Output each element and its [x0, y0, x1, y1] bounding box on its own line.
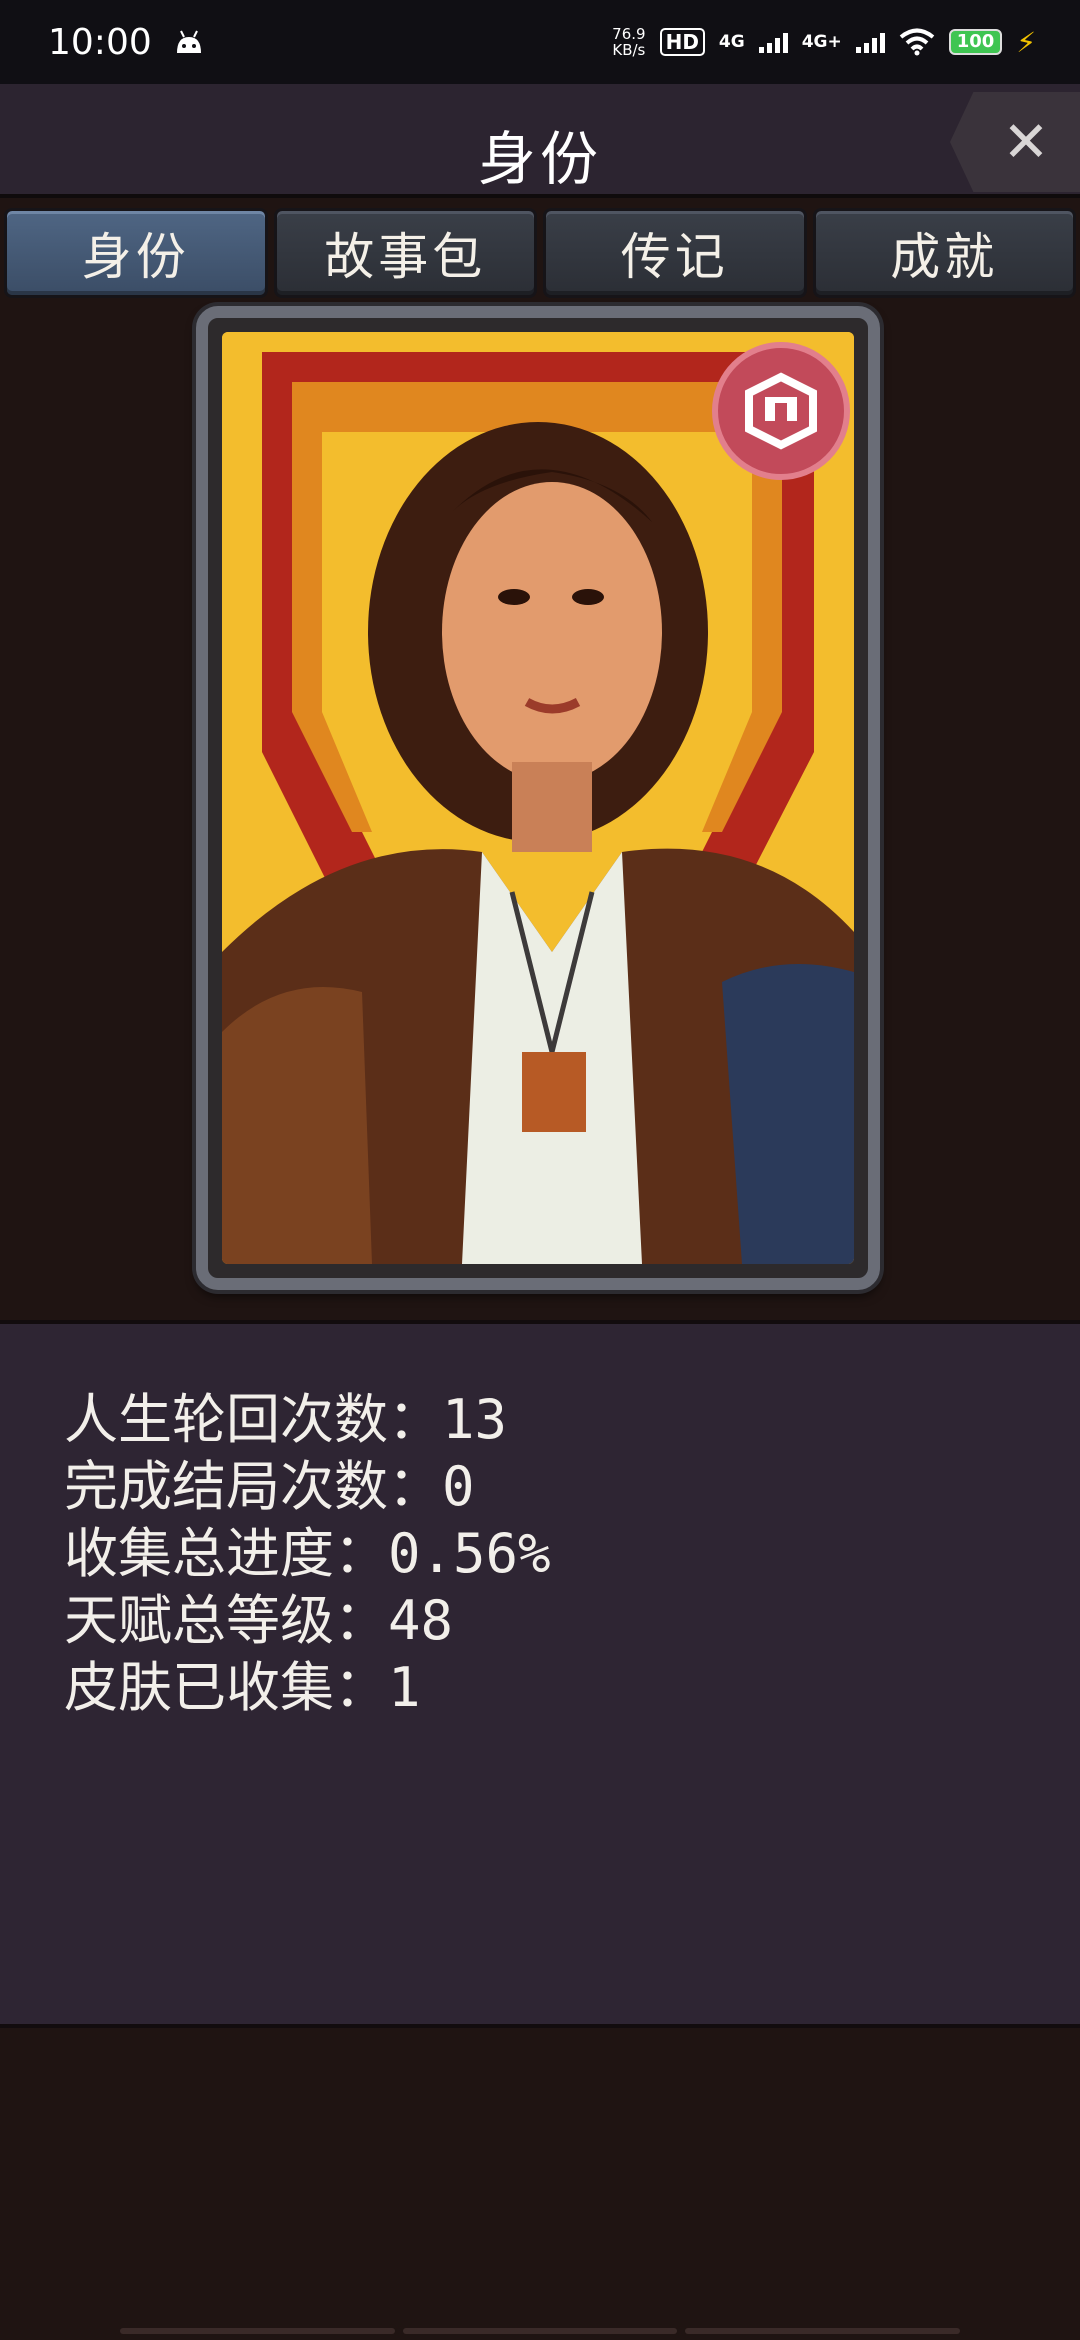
close-button[interactable]: ✕ [950, 92, 1080, 192]
android-icon [176, 30, 201, 53]
tab-identity[interactable]: 身份 [4, 208, 268, 298]
status-bar: 10:00 76.9 KB/s HD 4G 4G+ 100 ⚡ [0, 0, 1080, 84]
net-speed: 76.9 KB/s [612, 25, 646, 59]
battery-icon: 100 [948, 29, 1003, 55]
stat-reincarnations: 人生轮回次数：13 [64, 1388, 508, 1451]
tab-achievements[interactable]: 成就 [812, 208, 1076, 298]
net-type-1: 4G [718, 32, 745, 52]
page-header: 身份 ✕ [0, 84, 1080, 198]
emblem-icon[interactable] [712, 342, 850, 480]
tab-bar: 身份 故事包 传记 成就 [0, 202, 1080, 302]
emblem-glyph-icon [745, 372, 817, 450]
stats-list: 人生轮回次数：13 完成结局次数：0 收集总进度：0.56% 天赋总等级：48 … [64, 1386, 551, 1721]
status-time: 10:00 [48, 21, 152, 63]
tab-story-pack[interactable]: 故事包 [273, 208, 537, 298]
stat-endings-completed: 完成结局次数：0 [64, 1455, 475, 1518]
stat-skins-collected: 皮肤已收集：1 [64, 1656, 421, 1719]
stats-panel: 人生轮回次数：13 完成结局次数：0 收集总进度：0.56% 天赋总等级：48 … [0, 1320, 1080, 2028]
signal-icon [758, 31, 788, 53]
charging-icon: ⚡ [1016, 25, 1036, 59]
signal-icon-2 [855, 31, 885, 53]
stat-collection-progress: 收集总进度：0.56% [64, 1522, 551, 1585]
bottom-area [0, 2028, 1080, 2340]
net-type-2: 4G+ [801, 32, 842, 52]
stat-talent-level: 天赋总等级：48 [64, 1589, 454, 1652]
wifi-icon [899, 28, 935, 56]
tab-biography[interactable]: 传记 [543, 208, 807, 298]
hd-badge: HD [659, 28, 705, 56]
page-title: 身份 [477, 125, 602, 193]
close-icon: ✕ [1002, 109, 1050, 175]
bottom-divider [120, 2328, 961, 2334]
